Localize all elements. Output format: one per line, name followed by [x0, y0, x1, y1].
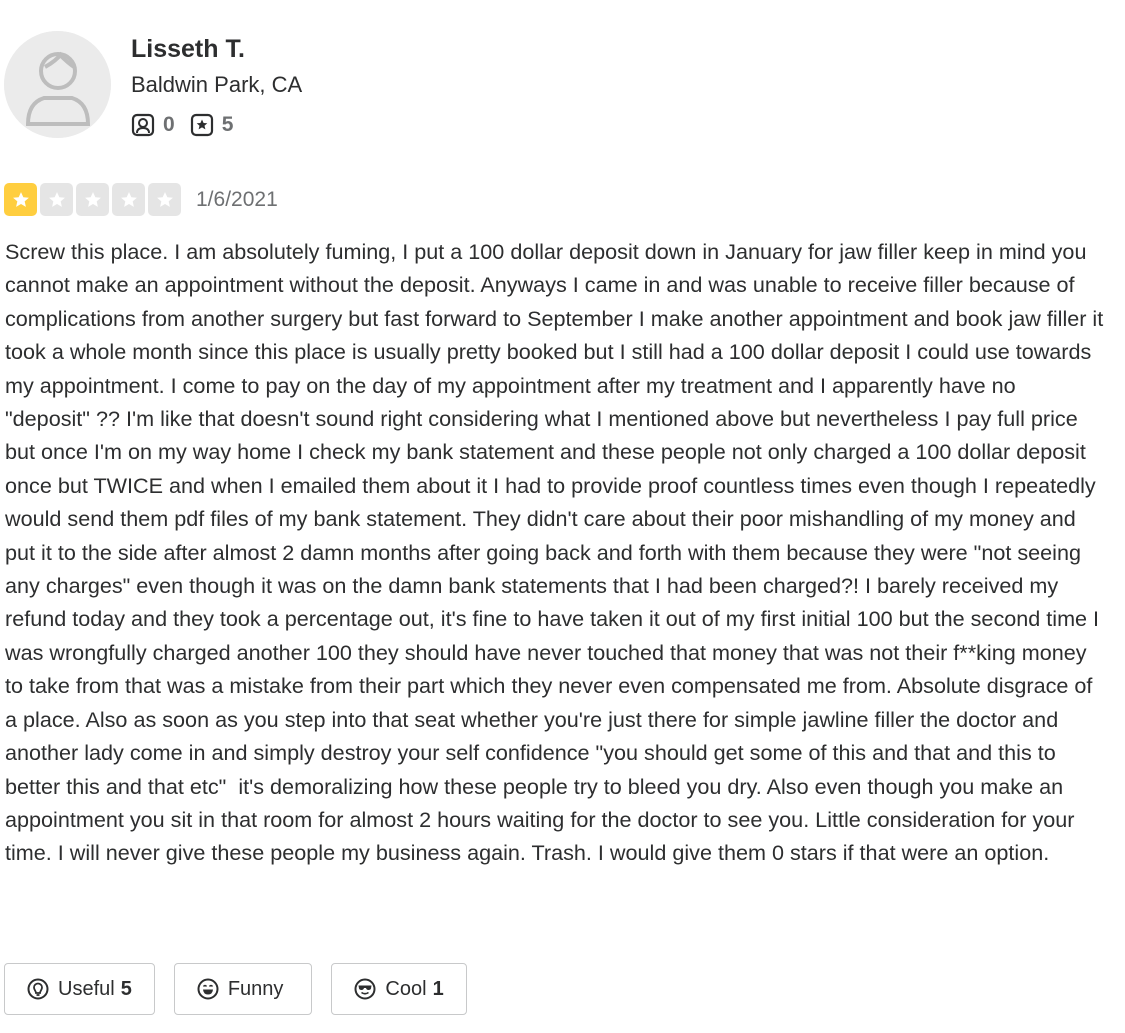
funny-button[interactable]: Funny — [173, 963, 313, 1015]
user-name[interactable]: Lisseth T. — [131, 34, 245, 64]
reviews-count: 5 — [221, 113, 234, 136]
useful-label: Useful — [58, 977, 115, 1000]
star-empty-icon — [112, 183, 145, 216]
user-avatar[interactable] — [4, 31, 111, 138]
star-empty-icon — [76, 183, 109, 216]
friends-count: 0 — [163, 113, 175, 136]
useful-count: 5 — [120, 977, 132, 1000]
star-filled-icon — [4, 183, 37, 216]
review-text: Screw this place. I am absolutely fuming… — [5, 239, 1110, 866]
rating-row: 1/6/2021 — [4, 183, 278, 216]
cool-count: 1 — [432, 977, 444, 1000]
funny-label: Funny — [227, 977, 284, 1000]
sunglasses-icon — [354, 978, 376, 1000]
useful-button[interactable]: Useful 5 — [4, 963, 155, 1015]
review-star-icon — [190, 113, 213, 137]
review-date: 1/6/2021 — [196, 188, 278, 211]
star-empty-icon — [148, 183, 181, 216]
user-stats: 0 5 — [131, 112, 248, 138]
smiley-icon — [197, 978, 219, 1000]
star-rating — [4, 183, 184, 216]
cool-button[interactable]: Cool 1 — [331, 963, 467, 1015]
friends-icon — [131, 113, 155, 137]
star-empty-icon — [40, 183, 73, 216]
friends-stat: 0 — [131, 112, 175, 138]
reaction-buttons: Useful 5 Funny Cool 1 — [4, 963, 486, 1015]
user-location: Baldwin Park, CA — [131, 72, 303, 97]
reviews-stat: 5 — [190, 112, 234, 138]
default-avatar-icon — [4, 31, 111, 138]
lightbulb-icon — [27, 978, 49, 1000]
review-card: Lisseth T. Baldwin Park, CA 0 5 1/6/2021… — [0, 0, 1125, 1033]
cool-label: Cool — [385, 977, 427, 1000]
